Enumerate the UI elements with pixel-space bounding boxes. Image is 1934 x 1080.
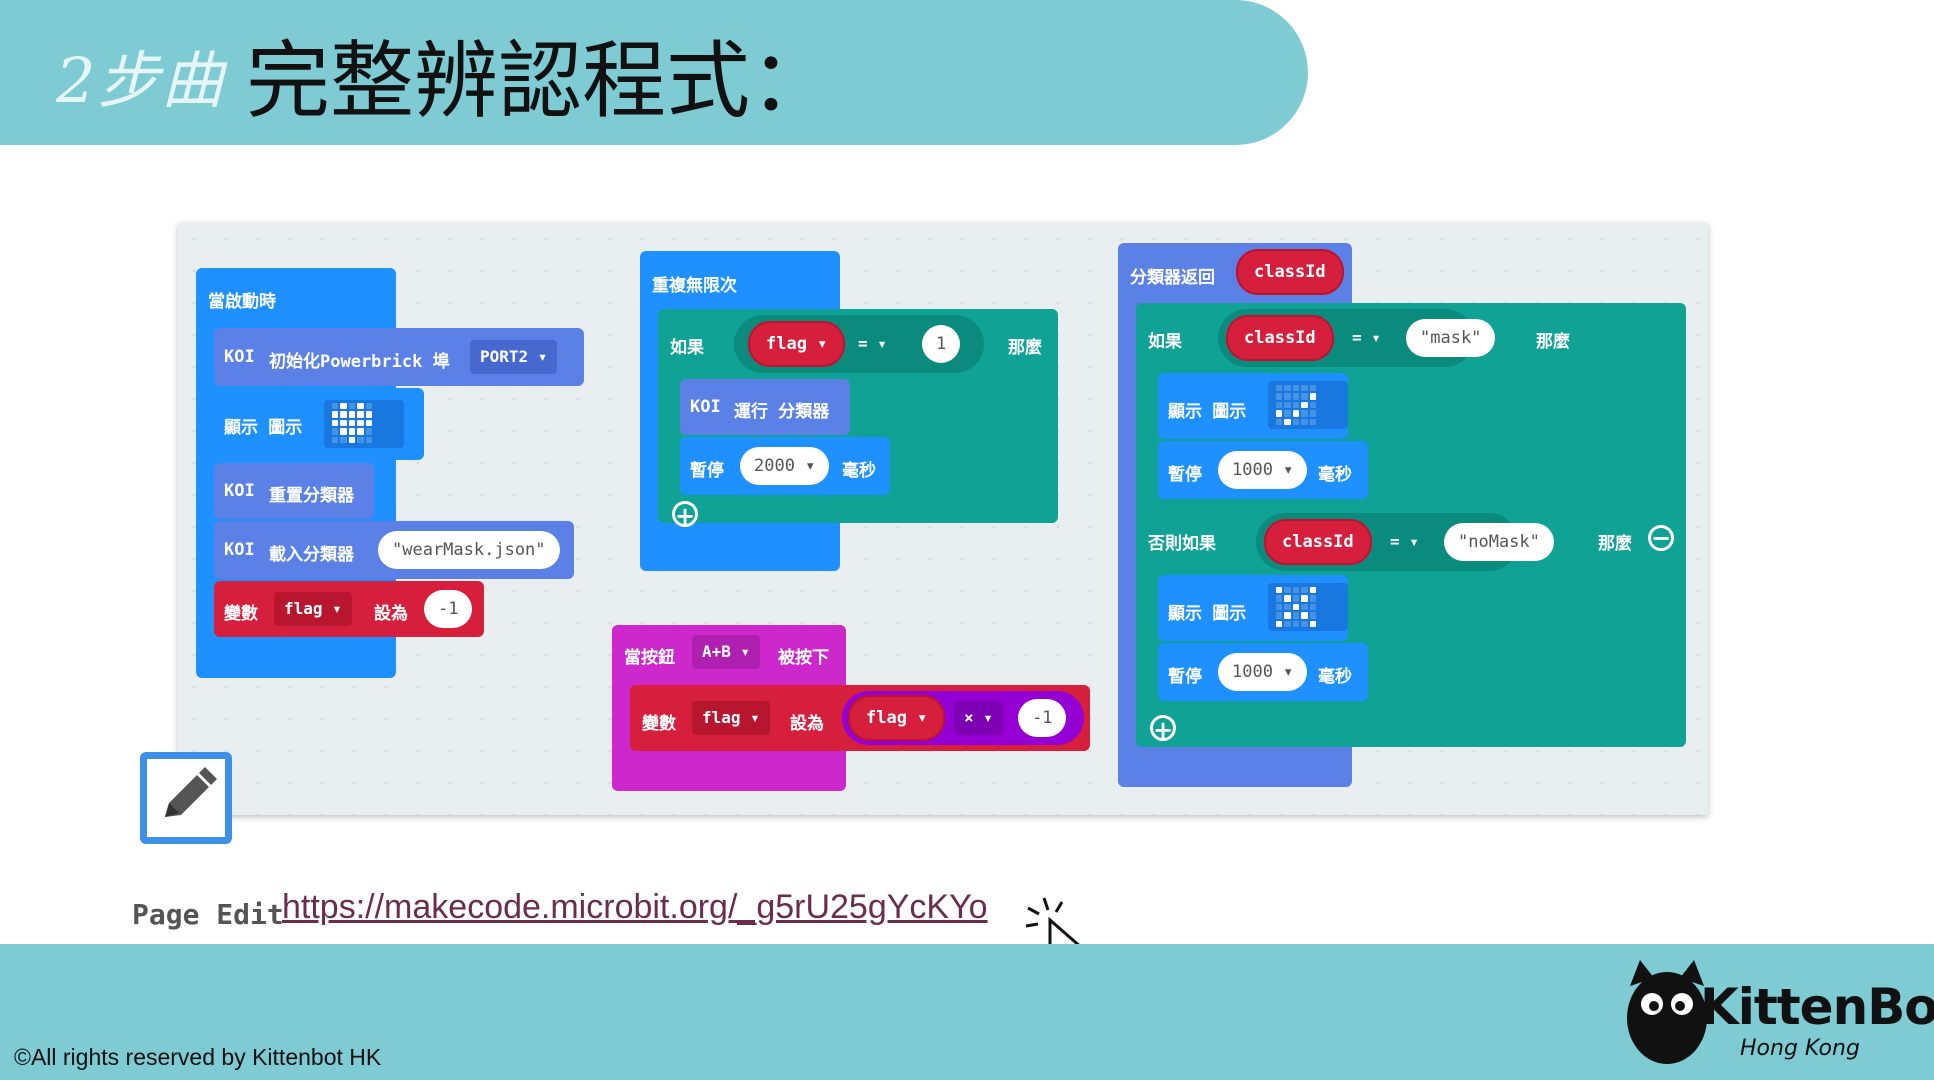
classid-pill-1[interactable]: classId bbox=[1226, 315, 1334, 361]
pause-label-2: 暫停 bbox=[1168, 465, 1202, 485]
else-if-label: 否則如果 bbox=[1148, 534, 1216, 554]
koi-reset-label: 重置分類器 bbox=[269, 486, 354, 506]
mask-string[interactable]: "mask" bbox=[1406, 319, 1496, 357]
page-edit-label: Page Edit bbox=[132, 898, 284, 931]
pause-unit-3: 毫秒 bbox=[1318, 667, 1352, 687]
flag-var-pill-2[interactable]: flag ▾ bbox=[848, 695, 946, 741]
pencil-edit-icon[interactable] bbox=[140, 752, 232, 844]
check-matrix-icon bbox=[1276, 385, 1316, 425]
koi-init-prefix: KOI bbox=[224, 347, 255, 367]
show-icon-label-3: 顯示 圖示 bbox=[1168, 604, 1247, 624]
brand-name: KittenBot bbox=[1700, 978, 1934, 1036]
page-title: 完整辨認程式： bbox=[246, 32, 835, 130]
koi-init-label: 初始化Powerbrick 埠 bbox=[269, 352, 450, 372]
nomask-string[interactable]: "noMask" bbox=[1444, 523, 1554, 561]
equals-dropdown-2[interactable]: = ▾ bbox=[1342, 321, 1391, 355]
pause-unit-2: 毫秒 bbox=[1318, 465, 1352, 485]
heart-matrix-icon bbox=[332, 403, 372, 443]
makecode-link[interactable]: https://makecode.microbit.org/_g5rU25gYc… bbox=[282, 888, 988, 927]
pause-unit-1: 毫秒 bbox=[842, 461, 876, 481]
pause-label-1: 暫停 bbox=[690, 461, 724, 481]
pencil-svg bbox=[165, 767, 217, 817]
koi-run-prefix: KOI bbox=[690, 397, 721, 417]
port-dropdown[interactable]: PORT2 ▾ bbox=[470, 340, 558, 374]
copyright-text: ©All rights reserved by Kittenbot HK bbox=[14, 1044, 382, 1070]
show-icon-label-2: 顯示 圖示 bbox=[1168, 402, 1247, 422]
pause-value-3[interactable]: 1000 ▾ bbox=[1218, 653, 1308, 691]
kitten-logo-icon bbox=[1627, 960, 1707, 1064]
flag-var-dropdown-2[interactable]: flag ▾ bbox=[692, 701, 770, 735]
set-to-label-2: 設為 bbox=[790, 714, 824, 734]
classifier-hat-label: 分類器返回 bbox=[1130, 268, 1215, 288]
if-label-1: 如果 bbox=[670, 338, 704, 358]
classid-hat-pill[interactable]: classId bbox=[1236, 249, 1344, 295]
if-label-2: 如果 bbox=[1148, 332, 1182, 352]
cond-value-1[interactable]: 1 bbox=[922, 325, 961, 363]
multiply-dropdown[interactable]: × ▾ bbox=[954, 701, 1003, 735]
multiply-value[interactable]: -1 bbox=[1018, 699, 1067, 737]
on-button-hat-label: 當按鈕 bbox=[624, 648, 675, 668]
classid-pill-2[interactable]: classId bbox=[1264, 519, 1372, 565]
forever-hat-label: 重複無限次 bbox=[652, 276, 737, 296]
show-icon-label-1: 顯示 圖示 bbox=[224, 418, 303, 438]
koi-run-label: 運行 分類器 bbox=[734, 402, 830, 422]
koi-reset-prefix: KOI bbox=[224, 481, 255, 501]
then-label-2: 那麼 bbox=[1536, 332, 1570, 352]
cross-matrix-icon bbox=[1276, 587, 1316, 627]
koi-load-label: 載入分類器 bbox=[269, 545, 354, 565]
code-workspace: 當啟動時 KOI 初始化Powerbrick 埠 PORT2 ▾ 顯示 圖示 K… bbox=[178, 223, 1708, 815]
pressed-label: 被按下 bbox=[778, 648, 829, 668]
set-flag-label-2: 變數 bbox=[642, 714, 676, 734]
plus-circle-icon-2[interactable]: + bbox=[1150, 715, 1176, 742]
pause-label-3: 暫停 bbox=[1168, 667, 1202, 687]
pause-value-1[interactable]: 2000 ▾ bbox=[740, 447, 830, 485]
flag-initial-value[interactable]: -1 bbox=[424, 590, 473, 628]
flag-var-pill-1[interactable]: flag ▾ bbox=[748, 321, 846, 367]
set-flag-label: 變數 bbox=[224, 604, 258, 624]
flag-var-dropdown-1[interactable]: flag ▾ bbox=[274, 592, 352, 626]
step-label: 2步曲 bbox=[56, 44, 226, 117]
equals-dropdown-1[interactable]: = ▾ bbox=[848, 327, 897, 361]
button-dropdown[interactable]: A+B ▾ bbox=[692, 635, 761, 669]
pause-value-2[interactable]: 1000 ▾ bbox=[1218, 451, 1308, 489]
equals-dropdown-3[interactable]: = ▾ bbox=[1380, 525, 1429, 559]
load-file-input[interactable]: "wearMask.json" bbox=[378, 531, 560, 569]
set-to-label-1: 設為 bbox=[374, 604, 408, 624]
plus-circle-icon[interactable]: + bbox=[672, 501, 698, 528]
minus-circle-icon[interactable]: − bbox=[1648, 525, 1674, 551]
koi-load-prefix: KOI bbox=[224, 540, 255, 560]
then-label-3: 那麼 bbox=[1598, 534, 1632, 554]
then-label-1: 那麼 bbox=[1008, 338, 1042, 358]
brand-subtitle: Hong Kong bbox=[1740, 1036, 1860, 1061]
on-start-hat-label: 當啟動時 bbox=[208, 292, 276, 312]
